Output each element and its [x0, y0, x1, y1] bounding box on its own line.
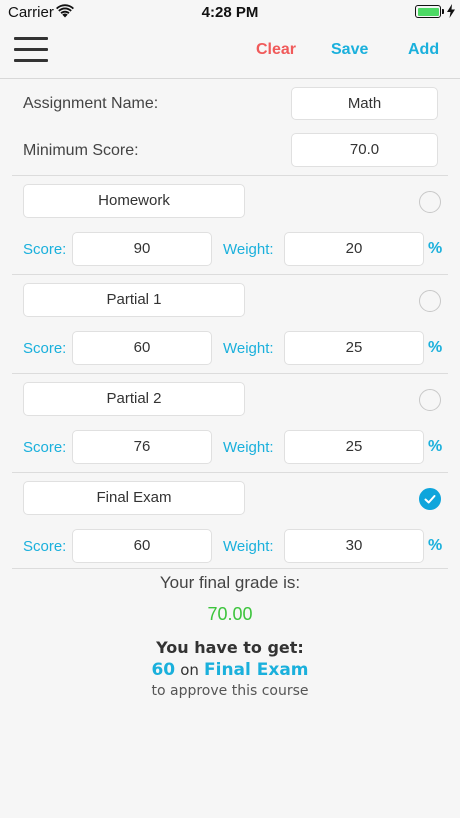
- score-field[interactable]: 60: [72, 331, 212, 365]
- grade-item-section: Homework Score: 90 Weight: 20%: [0, 176, 460, 275]
- final-grade-value: 70.00: [207, 604, 253, 624]
- requirement-footer: to approve this course: [151, 683, 309, 699]
- weight-field[interactable]: 20: [284, 232, 424, 266]
- charging-bolt-icon: [447, 4, 455, 18]
- assignment-name-label: Assignment Name:: [23, 95, 159, 112]
- unchecked-circle-icon[interactable]: [419, 389, 441, 411]
- final-grade-title: Your final grade is:: [159, 573, 301, 592]
- clear-button[interactable]: Clear: [256, 41, 296, 59]
- status-bar: Carrier 4:28 PM: [0, 0, 460, 26]
- score-field[interactable]: 60: [72, 529, 212, 563]
- weight-label: Weight:: [223, 340, 274, 357]
- unchecked-circle-icon[interactable]: [419, 290, 441, 312]
- on-word: on: [180, 661, 199, 679]
- target-item: Final Exam: [204, 660, 309, 680]
- item-name-field[interactable]: Partial 1: [23, 283, 245, 317]
- item-name-field[interactable]: Homework: [23, 184, 245, 218]
- score-label: Score:: [23, 340, 67, 357]
- weight-label: Weight:: [223, 241, 274, 258]
- battery-tip: [442, 9, 444, 14]
- save-button[interactable]: Save: [331, 41, 368, 59]
- grade-item-section: Final Exam Score: 60 Weight: 30%: [0, 473, 460, 572]
- weight-field[interactable]: 25: [284, 430, 424, 464]
- percent-label: %: [428, 240, 443, 257]
- weight-field[interactable]: 30: [284, 529, 424, 563]
- checked-circle-icon[interactable]: [419, 488, 441, 510]
- weight-label: Weight:: [223, 439, 274, 456]
- percent-label: %: [428, 537, 443, 554]
- add-button[interactable]: Add: [408, 41, 439, 59]
- requirement-heading: You have to get:: [156, 638, 304, 657]
- item-name-field[interactable]: Final Exam: [23, 481, 245, 515]
- hamburger-menu-icon[interactable]: [14, 37, 48, 63]
- minimum-score-field[interactable]: 70.0: [291, 133, 438, 167]
- item-name-field[interactable]: Partial 2: [23, 382, 245, 416]
- battery-icon: [415, 5, 441, 18]
- grade-item-section: Partial 1 Score: 60 Weight: 25%: [0, 275, 460, 374]
- requirement-detail: 60 on Final Exam: [0, 660, 460, 680]
- unchecked-circle-icon[interactable]: [419, 191, 441, 213]
- percent-label: %: [428, 438, 443, 455]
- percent-label: %: [428, 339, 443, 356]
- score-label: Score:: [23, 241, 67, 258]
- minimum-score-label: Minimum Score:: [23, 142, 139, 159]
- score-label: Score:: [23, 538, 67, 555]
- app-screen: Carrier 4:28 PM Clear Save Add Assignmen…: [0, 0, 460, 818]
- weight-field[interactable]: 25: [284, 331, 424, 365]
- assignment-name-field[interactable]: Math: [291, 87, 438, 120]
- nav-bar: Clear Save Add: [0, 26, 460, 79]
- needed-score: 60: [151, 660, 176, 680]
- score-label: Score:: [23, 439, 67, 456]
- score-field[interactable]: 76: [72, 430, 212, 464]
- weight-label: Weight:: [223, 538, 274, 555]
- separator: [12, 568, 448, 569]
- score-field[interactable]: 90: [72, 232, 212, 266]
- grade-item-section: Partial 2 Score: 76 Weight: 25%: [0, 374, 460, 473]
- clock: 4:28 PM: [201, 4, 259, 21]
